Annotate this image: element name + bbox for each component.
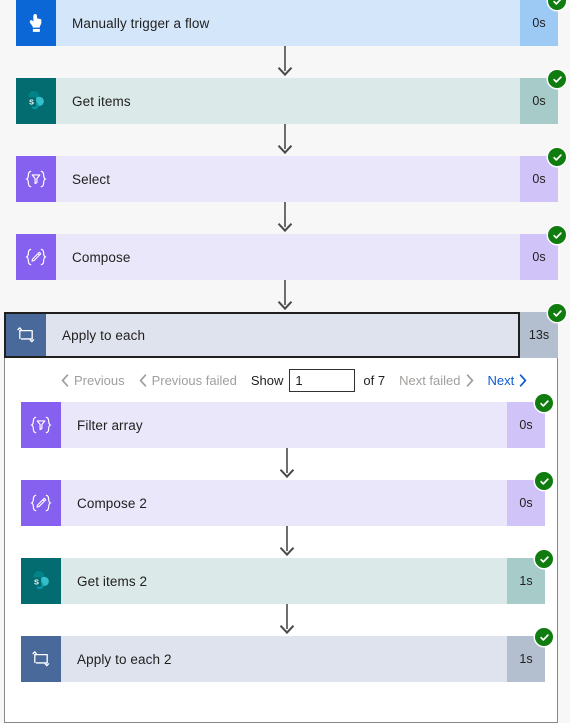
action-card-compose-2[interactable]: Compose 2 0s: [21, 472, 553, 526]
sharepoint-icon: S: [21, 558, 61, 604]
flow-connector: [0, 46, 570, 78]
status-succeeded-icon: [535, 550, 553, 568]
action-card-apply-to-each[interactable]: Apply to each: [4, 312, 520, 358]
action-name: Select: [72, 171, 111, 187]
status-succeeded-icon: [548, 304, 566, 322]
touch-hand-icon: [16, 0, 56, 46]
status-succeeded-icon: [548, 148, 566, 166]
scope-step-row: S Get items 2 1s: [21, 550, 553, 604]
action-card-manually-trigger-a-flow[interactable]: Manually trigger a flow 0s: [16, 0, 566, 46]
svg-text:S: S: [29, 97, 34, 106]
action-name: Filter array: [77, 417, 143, 433]
apply-to-each-loop-icon: [6, 314, 46, 356]
next-failed-button[interactable]: Next failed: [399, 373, 473, 388]
svg-text:S: S: [34, 577, 39, 586]
flow-connector: [0, 280, 570, 312]
scope-step-row: Apply to each 2 1s: [21, 628, 553, 682]
select-funnel-icon: [16, 156, 56, 202]
action-name: Apply to each 2: [77, 651, 172, 667]
flow-run-canvas: Manually trigger a flow 0s S Get items 0s Sel…: [0, 0, 570, 723]
flow-step-row: Select 0s: [16, 148, 566, 202]
next-label: Next: [487, 372, 515, 388]
action-card-select[interactable]: Select 0s: [16, 148, 566, 202]
iteration-page-input[interactable]: [289, 368, 356, 392]
scope-body: Previous Previous failed Show of 7 Next fail…: [4, 358, 558, 723]
previous-failed-label: Previous failed: [151, 372, 237, 388]
action-name: Apply to each: [62, 327, 146, 343]
iteration-pagination: Previous Previous failed Show of 7 Next fail…: [5, 358, 557, 402]
show-label: Show: [250, 372, 284, 388]
action-card-compose[interactable]: Compose 0s: [16, 226, 566, 280]
previous-label: Previous: [74, 372, 125, 388]
scope-step-row: Filter array 0s: [21, 394, 553, 448]
action-card-apply-to-each-2[interactable]: Apply to each 2 1s: [21, 628, 553, 682]
apply-to-each-loop-icon: [21, 636, 61, 682]
scope-header: Apply to each 13s: [4, 304, 566, 358]
status-succeeded-icon: [548, 70, 566, 88]
action-name: Get items: [72, 93, 131, 109]
status-succeeded-icon: [535, 394, 553, 412]
scope-step-row: Compose 2 0s: [21, 472, 553, 526]
compose-pencil-icon: [21, 480, 61, 526]
sharepoint-icon: S: [16, 78, 56, 124]
scope-apply-to-each: Apply to each 13s Previous Previous failed S…: [4, 304, 570, 723]
action-name: Compose 2: [77, 495, 147, 511]
flow-step-row: S Get items 0s: [16, 70, 566, 124]
flow-connector: [0, 202, 570, 234]
total-pages-label: of 7: [363, 372, 386, 388]
status-succeeded-icon: [548, 226, 566, 244]
action-card-get-items-2[interactable]: S Get items 2 1s: [21, 550, 553, 604]
action-name: Compose: [72, 249, 131, 265]
previous-button[interactable]: Previous: [61, 373, 125, 388]
flow-step-row: Manually trigger a flow 0s: [16, 0, 566, 46]
compose-pencil-icon: [16, 234, 56, 280]
status-succeeded-icon: [535, 628, 553, 646]
status-succeeded-icon: [535, 472, 553, 490]
next-button[interactable]: Next: [488, 373, 528, 388]
next-failed-label: Next failed: [399, 372, 461, 388]
flow-connector: [5, 526, 557, 558]
flow-connector: [0, 124, 570, 156]
action-name: Get items 2: [77, 573, 148, 589]
flow-step-row: Compose 0s: [16, 226, 566, 280]
filter-array-funnel-icon: [21, 402, 61, 448]
action-card-get-items[interactable]: S Get items 0s: [16, 70, 566, 124]
action-card-filter-array[interactable]: Filter array 0s: [21, 394, 553, 448]
flow-connector: [5, 604, 557, 636]
flow-connector: [5, 448, 557, 480]
previous-failed-button[interactable]: Previous failed: [139, 373, 237, 388]
action-name: Manually trigger a flow: [72, 15, 210, 31]
